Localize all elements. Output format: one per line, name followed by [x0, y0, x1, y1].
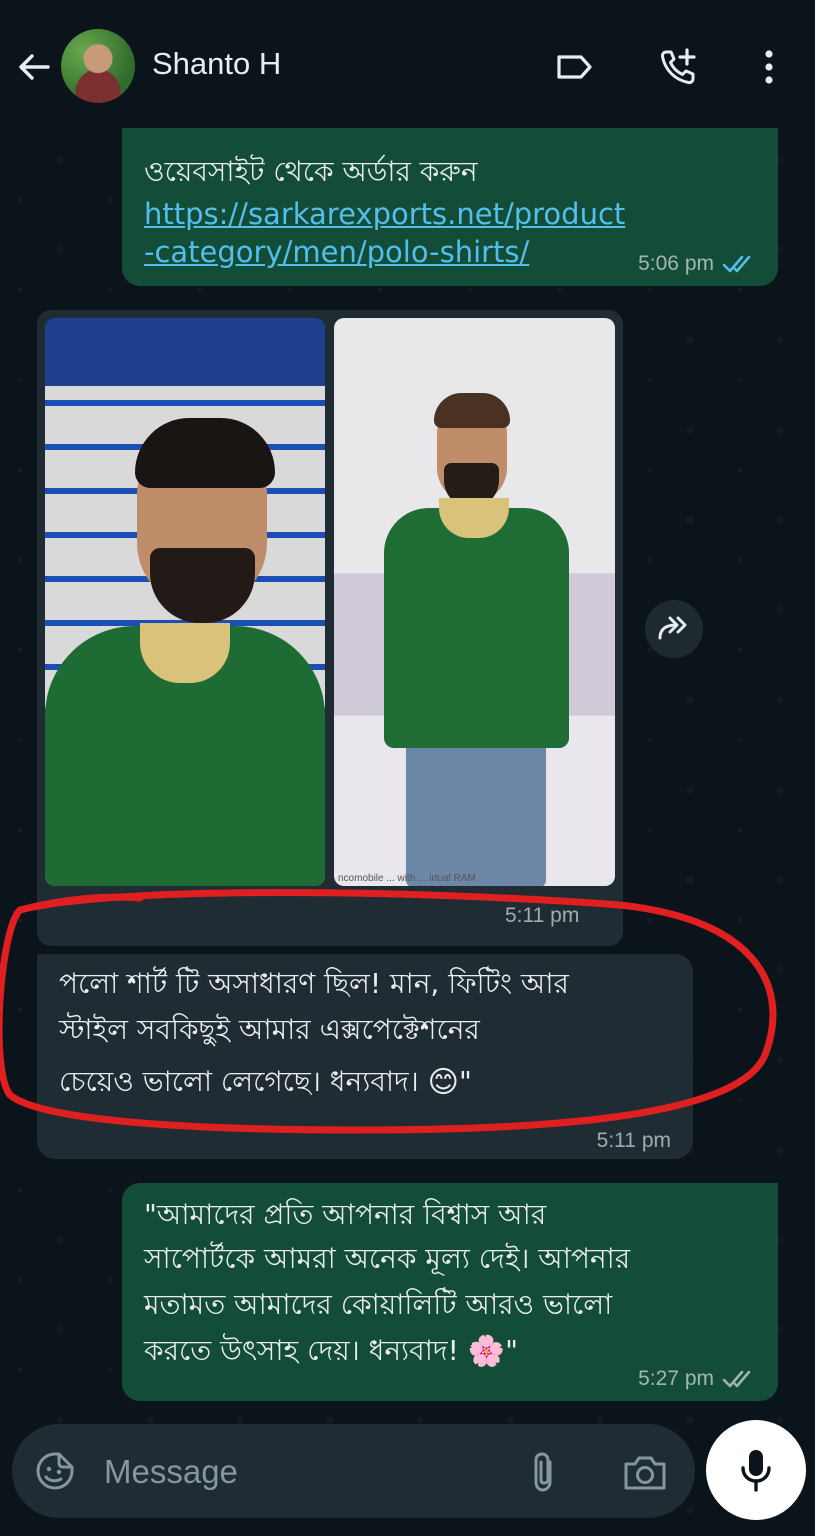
- message-link[interactable]: -category/men/polo-shirts/: [144, 232, 529, 272]
- camera-icon[interactable]: [622, 1452, 668, 1492]
- photo-1[interactable]: [45, 318, 325, 886]
- label-icon[interactable]: [553, 46, 595, 88]
- hair-shape: [434, 393, 510, 428]
- photo-2[interactable]: ncomobile ... with ... irtual RAM: [334, 318, 615, 886]
- contact-avatar[interactable]: [61, 29, 135, 103]
- message-bubble-outgoing[interactable]: ওয়েবসাইট থেকে অর্ডার করুন https://sarka…: [122, 108, 778, 286]
- shirt-shape: [384, 508, 569, 748]
- message-text: "আমাদের প্রতি আপনার বিশ্বাস আর: [144, 1198, 547, 1231]
- contact-name[interactable]: Shanto H: [152, 46, 281, 82]
- flower-emoji: 🌸: [467, 1334, 506, 1369]
- message-link[interactable]: https://sarkarexports.net/product: [144, 194, 625, 234]
- mic-icon: [741, 1450, 771, 1492]
- message-composer: [12, 1424, 695, 1518]
- message-bubble-incoming[interactable]: পলো শার্ট টি অসাধারণ ছিল! মান, ফিটিং আর …: [37, 954, 693, 1159]
- message-meta: 5:06 pm: [638, 252, 756, 276]
- voice-message-button[interactable]: [706, 1420, 806, 1520]
- emoji-sticker-icon[interactable]: [34, 1450, 76, 1492]
- message-text: স্টাইল সবকিছুই আমার এক্সপেক্টেশনের: [59, 1013, 480, 1046]
- message-meta: 5:27 pm: [638, 1367, 756, 1391]
- message-text-trail: ": [458, 1065, 472, 1098]
- message-time: 5:11 pm: [505, 904, 580, 927]
- chat-header: Shanto H: [0, 0, 815, 128]
- add-call-icon[interactable]: [657, 46, 699, 88]
- message-text-trail: ": [505, 1334, 518, 1367]
- message-time: 5:11 pm: [596, 1129, 671, 1152]
- forward-icon: [658, 616, 687, 640]
- message-bubble-outgoing[interactable]: "আমাদের প্রতি আপনার বিশ্বাস আর সাপোর্টকে…: [122, 1183, 778, 1401]
- hair-shape: [135, 418, 275, 488]
- jeans-shape: [406, 738, 546, 886]
- photo-caption: ncomobile ... with ... irtual RAM: [338, 873, 476, 884]
- back-arrow-icon[interactable]: [14, 47, 54, 87]
- double-check-icon: [722, 255, 751, 273]
- smile-emoji: 😊: [427, 1065, 459, 1100]
- message-input[interactable]: [102, 1446, 486, 1498]
- message-text: মতামত আমাদের কোয়ালিটি আরও ভালো: [144, 1288, 613, 1321]
- message-text: পলো শার্ট টি অসাধারণ ছিল! মান, ফিটিং আর: [59, 967, 569, 1000]
- message-time: 5:27 pm: [638, 1367, 714, 1390]
- message-text: সাপোর্টকে আমরা অনেক মূল্য দেই। আপনার: [144, 1242, 631, 1275]
- more-options-icon[interactable]: [748, 46, 790, 88]
- message-text: করতে উৎসাহ দেয়। ধন্যবাদ!: [144, 1334, 459, 1367]
- double-check-icon: [722, 1370, 751, 1388]
- attach-icon[interactable]: [524, 1450, 564, 1494]
- forward-button[interactable]: [645, 600, 703, 658]
- message-text: ওয়েবসাইট থেকে অর্ডার করুন: [144, 155, 478, 188]
- message-text: চেয়েও ভালো লেগেছে। ধন্যবাদ।: [59, 1065, 419, 1098]
- beard-shape: [150, 548, 255, 623]
- message-time: 5:06 pm: [638, 252, 714, 275]
